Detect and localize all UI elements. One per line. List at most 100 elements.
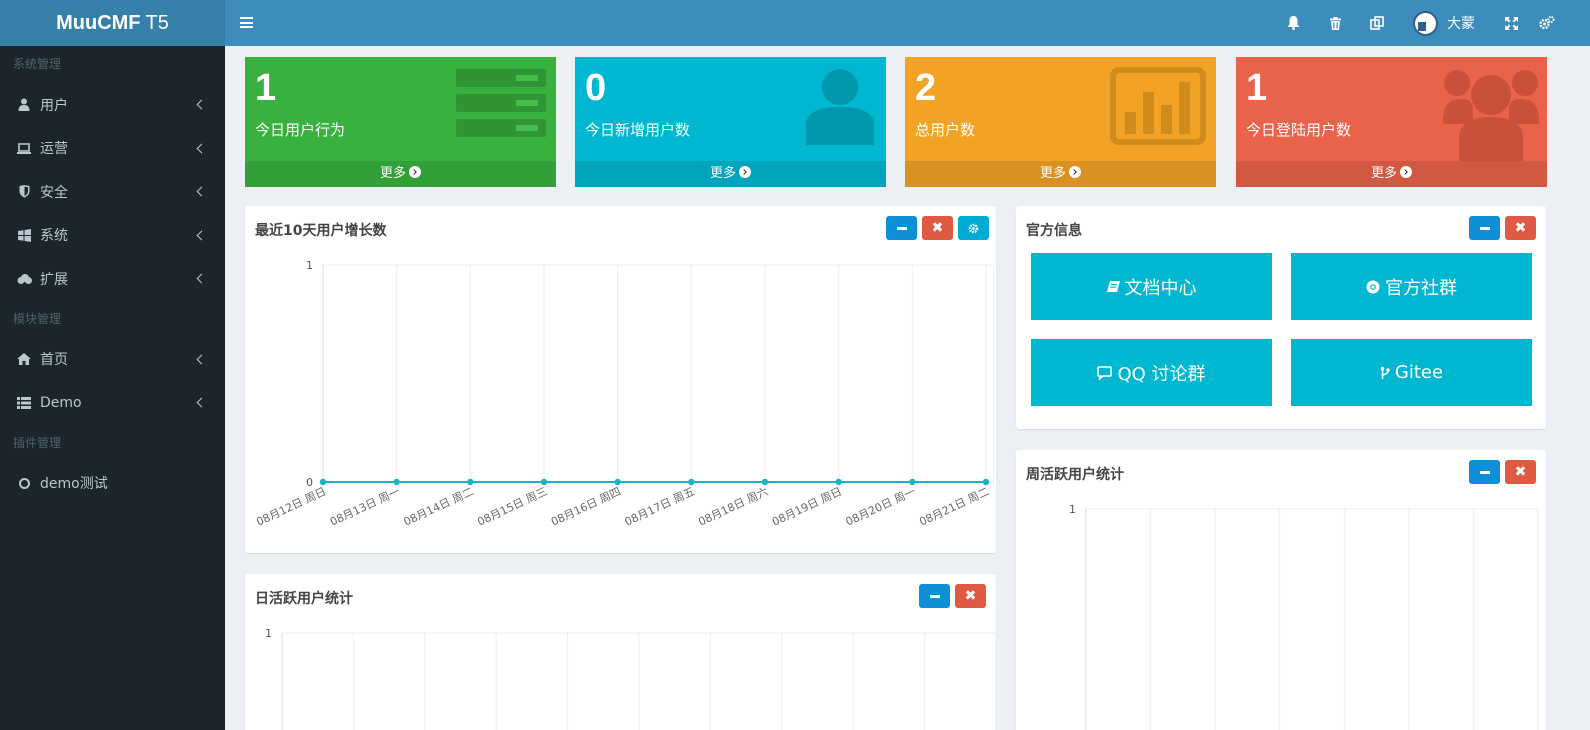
stat-more-link[interactable]: 更多 [905, 161, 1216, 187]
x-tick-label: 08月14日 周二 [402, 485, 476, 529]
comment-icon [1097, 365, 1113, 380]
chevron-left-icon [196, 143, 207, 154]
weekly-active-panel: 周活跃用户统计 ✖ 1 [1016, 450, 1546, 730]
data-point [540, 478, 548, 486]
weekly-line-chart: 1 [1069, 503, 1539, 730]
link-label: 文档中心 [1124, 277, 1197, 299]
link-label: Gitee [1394, 362, 1444, 383]
stat-box-total-users: 2 总用户数 更多 [905, 57, 1216, 187]
sidebar-item-label: 安全 [40, 184, 68, 201]
home-icon [15, 352, 33, 366]
panel-title: 官方信息 [1026, 223, 1082, 239]
growth-chart-panel: 最近10天用户增长数 ✖ 0 1 08月12日 周日 08月13日 周一 08月14日 … [245, 206, 996, 553]
sidebar-header-module: 模块管理 [13, 311, 62, 326]
sidebar-item-extensions[interactable]: 扩展 [0, 257, 225, 301]
stat-more-link[interactable]: 更多 [1236, 161, 1547, 187]
data-point [909, 478, 916, 486]
stat-box-logged-users: 1 今日登陆用户数 更多 [1236, 57, 1547, 187]
daily-active-panel: 日活跃用户统计 ✖ 1 [245, 574, 996, 730]
book-icon [1106, 280, 1120, 293]
trash-icon[interactable] [1326, 14, 1344, 32]
remove-button[interactable]: ✖ [1505, 216, 1536, 240]
arrow-circle-right-icon [409, 166, 421, 178]
laptop-icon [15, 141, 33, 155]
data-point [614, 478, 621, 486]
link-label: 官方社群 [1385, 277, 1457, 299]
qq-group-button[interactable]: QQ 讨论群 [1031, 339, 1272, 406]
y-tick-label: 1 [1069, 503, 1076, 516]
user-name: 大蒙 [1447, 16, 1475, 32]
data-point [982, 478, 990, 486]
y-tick-label: 1 [306, 259, 313, 272]
x-tick-label: 08月16日 周四 [549, 485, 623, 529]
arrow-circle-right-icon [1400, 166, 1412, 178]
chevron-left-icon [196, 186, 207, 197]
sidebar-item-system[interactable]: 系统 [0, 214, 225, 258]
circle-icon [15, 476, 33, 490]
copy-icon[interactable] [1368, 14, 1386, 32]
windows-icon [15, 228, 33, 242]
minus-icon [1479, 226, 1490, 230]
brand-name-bold: MuuCMF [56, 11, 141, 34]
sidebar-item-label: 用户 [40, 97, 68, 114]
x-tick-label: 08月20日 周一 [844, 485, 918, 529]
sidebar-item-user[interactable]: 用户 [0, 83, 225, 127]
more-label: 更多 [379, 166, 406, 181]
sidebar-item-operations[interactable]: 运营 [0, 127, 225, 171]
arrow-circle-right-icon [1069, 166, 1081, 178]
chevron-left-icon [196, 397, 207, 408]
daily-line-chart: 1 [265, 627, 996, 730]
x-tick-label: 08月12日 周日 [254, 485, 328, 529]
y-tick-label: 0 [306, 476, 313, 489]
sidebar: MuuCMF T5 系统管理 用户 运营 安全 系统 扩展 模块管理 首页 De… [0, 0, 225, 730]
sidebar-item-security[interactable]: 安全 [0, 170, 225, 214]
sidebar-header-plugin: 插件管理 [13, 435, 62, 450]
x-tick-label: 08月13日 周一 [328, 485, 402, 529]
brand-name-version: T5 [145, 11, 169, 34]
shield-icon [15, 185, 33, 199]
stat-value: 1 [1246, 67, 1268, 109]
user-icon [15, 98, 33, 112]
data-point [319, 478, 327, 486]
arrow-circle-right-icon [739, 166, 751, 178]
docs-center-button[interactable]: 文档中心 [1031, 253, 1272, 320]
sidebar-item-label: Demo [40, 394, 82, 411]
chevron-left-icon [196, 230, 207, 241]
stat-more-link[interactable]: 更多 [245, 161, 556, 187]
official-community-button[interactable]: 官方社群 [1291, 253, 1532, 320]
chrome-icon [1366, 280, 1380, 294]
git-icon [1380, 366, 1390, 380]
sidebar-item-home[interactable]: 首页 [0, 338, 225, 382]
stat-label: 今日用户行为 [255, 121, 346, 139]
x-tick-label: 08月17日 周五 [623, 485, 697, 529]
stat-more-link[interactable]: 更多 [575, 161, 886, 187]
expand-icon[interactable] [1502, 14, 1520, 32]
y-tick-label: 1 [265, 627, 272, 640]
data-point [835, 478, 842, 486]
growth-line-chart: 0108月12日 周日 08月13日 周一 08月14日 周二 08月15日 周三 08… [254, 259, 995, 529]
gitee-button[interactable]: Gitee [1291, 339, 1532, 406]
sidebar-item-label: 系统 [40, 228, 68, 245]
chevron-left-icon [196, 354, 207, 365]
user-menu[interactable]: 大蒙 [1413, 10, 1475, 36]
data-point [393, 478, 400, 486]
bar-chart-icon [1110, 67, 1206, 149]
sidebar-item-demo[interactable]: Demo [0, 381, 225, 425]
collapse-button[interactable] [1469, 216, 1500, 240]
stat-value: 2 [915, 67, 937, 109]
brand-logo[interactable]: MuuCMF T5 [0, 0, 225, 46]
stat-box-user-actions: 1 今日用户行为 更多 [245, 57, 556, 187]
avatar [1413, 10, 1438, 36]
gears-icon[interactable] [1538, 14, 1556, 32]
sidebar-item-demo-test[interactable]: demo测试 [0, 462, 225, 506]
server-icon [456, 67, 546, 143]
sidebar-item-label: 扩展 [40, 271, 68, 288]
bell-icon[interactable] [1284, 14, 1302, 32]
data-point [467, 478, 474, 486]
stat-label: 今日新增用户数 [585, 121, 691, 139]
sidebar-toggle-icon[interactable] [240, 17, 253, 28]
close-icon: ✖ [1514, 220, 1527, 236]
stat-box-new-users: 0 今日新增用户数 更多 [575, 57, 886, 187]
link-label: QQ 讨论群 [1117, 363, 1206, 385]
official-info-panel: 官方信息 ✖ 文档中心 官方社群 QQ 讨论群 Gitee [1016, 206, 1546, 429]
